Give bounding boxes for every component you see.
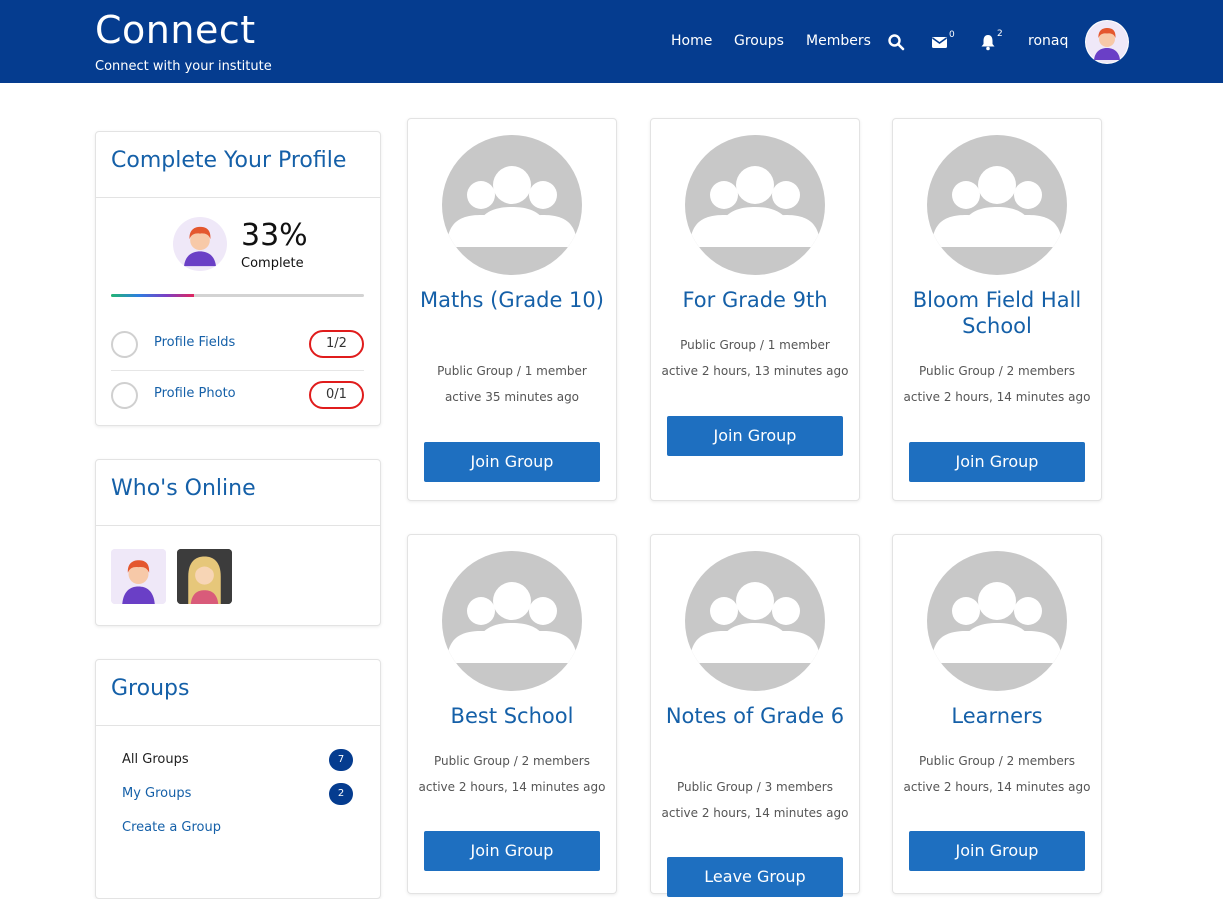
group-type: Public Group / 1 member (437, 364, 587, 378)
messages-icon[interactable] (931, 33, 949, 51)
group-activity: active 2 hours, 14 minutes ago (661, 806, 849, 820)
group-name[interactable]: Learners (903, 703, 1091, 729)
nav-home-link[interactable]: Home (671, 33, 712, 49)
whos-online-card: Who's Online (95, 459, 381, 626)
profile-photo-progress: 0/1 (309, 381, 364, 409)
user-avatar[interactable] (1085, 20, 1129, 64)
group-activity: active 2 hours, 14 minutes ago (903, 390, 1091, 404)
nav-groups-link[interactable]: Groups (734, 33, 784, 49)
group-avatar[interactable] (927, 551, 1067, 691)
group-card: Bloom Field Hall School Public Group / 2… (892, 118, 1102, 501)
username-link[interactable]: ronaq (1028, 33, 1068, 49)
create-group-link[interactable]: Create a Group (122, 820, 221, 835)
all-groups-count-badge: 7 (329, 749, 353, 771)
group-activity: active 2 hours, 13 minutes ago (661, 364, 849, 378)
group-card: For Grade 9th Public Group / 1 member ac… (650, 118, 860, 501)
group-avatar[interactable] (442, 135, 582, 275)
group-card: Notes of Grade 6 Public Group / 3 member… (650, 534, 860, 897)
group-card: Best School Public Group / 2 members act… (407, 534, 617, 894)
group-people-icon (932, 166, 1062, 247)
groups-widget-card: Groups All Groups 7 My Groups 2 Create a… (95, 659, 381, 899)
profile-fields-link[interactable]: Profile Fields (154, 335, 235, 350)
group-avatar[interactable] (685, 551, 825, 691)
nav-members-link[interactable]: Members (806, 33, 871, 49)
profile-progress-bar (111, 294, 364, 297)
profile-fields-progress: 1/2 (309, 330, 364, 358)
group-avatar[interactable] (927, 135, 1067, 275)
profile-progress-fill (111, 294, 195, 297)
join-group-button[interactable]: Join Group (424, 831, 600, 871)
profile-percent: 33% (241, 218, 308, 253)
group-people-icon (932, 582, 1062, 663)
notifications-count: 2 (997, 29, 1003, 39)
group-name[interactable]: Best School (418, 703, 606, 729)
avatar-boy-icon (111, 549, 166, 604)
whos-online-title: Who's Online (96, 460, 380, 526)
group-card: Maths (Grade 10) Public Group / 1 member… (407, 118, 617, 501)
join-group-button[interactable]: Join Group (909, 442, 1085, 482)
group-activity: active 2 hours, 14 minutes ago (418, 780, 606, 794)
profile-photo-row[interactable]: Profile Photo 0/1 (111, 370, 364, 420)
group-activity: active 2 hours, 14 minutes ago (903, 780, 1091, 794)
group-type: Public Group / 2 members (434, 754, 590, 768)
avatar-boy-icon (174, 218, 226, 270)
my-groups-count-badge: 2 (329, 783, 353, 805)
profile-photo-link[interactable]: Profile Photo (154, 386, 236, 401)
group-type: Public Group / 1 member (680, 338, 830, 352)
profile-complete-label: Complete (241, 256, 304, 271)
profile-fields-row[interactable]: Profile Fields 1/2 (111, 319, 364, 369)
all-groups-link[interactable]: All Groups (122, 752, 189, 767)
my-groups-link[interactable]: My Groups (122, 786, 191, 801)
group-type: Public Group / 3 members (677, 780, 833, 794)
messages-count: 0 (949, 30, 955, 40)
top-navbar: Connect Connect with your institute Home… (0, 0, 1223, 83)
group-name[interactable]: Notes of Grade 6 (661, 703, 849, 729)
group-avatar[interactable] (685, 135, 825, 275)
group-people-icon (690, 582, 820, 663)
join-group-button[interactable]: Join Group (909, 831, 1085, 871)
brand-title[interactable]: Connect (95, 8, 256, 52)
leave-group-button[interactable]: Leave Group (667, 857, 843, 897)
group-avatar[interactable] (442, 551, 582, 691)
group-people-icon (447, 166, 577, 247)
group-name[interactable]: Bloom Field Hall School (903, 287, 1091, 339)
group-name[interactable]: For Grade 9th (661, 287, 849, 313)
group-type: Public Group / 2 members (919, 364, 1075, 378)
group-name[interactable]: Maths (Grade 10) (418, 287, 606, 313)
bell-icon[interactable] (979, 33, 997, 51)
online-user-avatar[interactable] (111, 549, 166, 604)
join-group-button[interactable]: Join Group (667, 416, 843, 456)
brand-tagline: Connect with your institute (95, 59, 272, 74)
status-circle-icon (111, 331, 138, 358)
group-people-icon (690, 166, 820, 247)
online-user-avatar[interactable] (177, 549, 232, 604)
group-card: Learners Public Group / 2 members active… (892, 534, 1102, 894)
group-type: Public Group / 2 members (919, 754, 1075, 768)
search-icon[interactable] (887, 33, 905, 51)
complete-profile-card: Complete Your Profile 33% Complete Profi… (95, 131, 381, 426)
avatar-girl-icon (177, 549, 232, 604)
complete-profile-title: Complete Your Profile (96, 132, 380, 198)
group-people-icon (447, 582, 577, 663)
join-group-button[interactable]: Join Group (424, 442, 600, 482)
group-activity: active 35 minutes ago (444, 390, 580, 404)
status-circle-icon (111, 382, 138, 409)
groups-widget-title: Groups (96, 660, 380, 726)
profile-avatar (173, 217, 227, 271)
avatar-boy-icon (1086, 21, 1128, 63)
